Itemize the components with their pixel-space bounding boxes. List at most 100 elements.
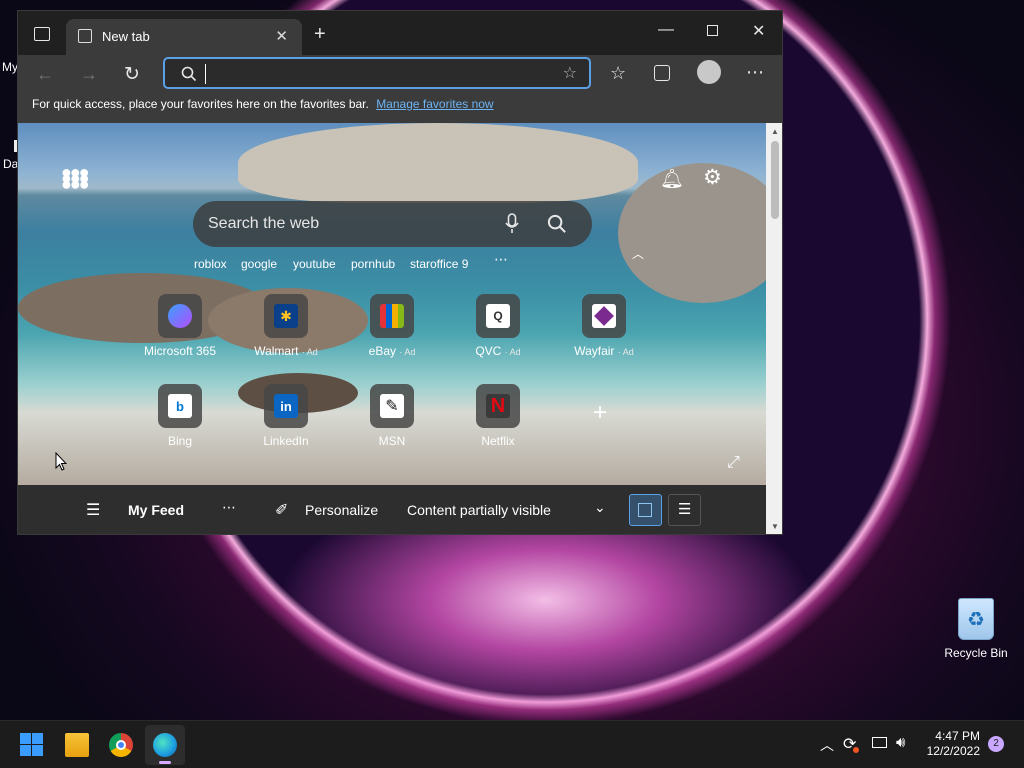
ad-badge: · Ad [617, 347, 634, 357]
qvc-icon: Q [476, 294, 520, 338]
minimize-icon[interactable]: — [658, 21, 674, 39]
desktop-icon-label-1[interactable]: My [2, 60, 18, 74]
browser-window: New tab ✕ + — ✕ ← → ↻ ☆ ☆ ⋯ For quick ac… [17, 10, 783, 535]
grid-layout-toggle[interactable] [629, 494, 662, 526]
clock[interactable]: 4:47 PM 12/2/2022 [920, 729, 980, 759]
recycle-bin-icon: ♻ [958, 598, 994, 640]
scroll-up-arrow-icon[interactable]: ▲ [771, 127, 779, 136]
quick-link-google[interactable]: google [241, 257, 277, 271]
scrollbar-thumb[interactable] [771, 141, 779, 219]
bing-icon: b [158, 384, 202, 428]
collapse-chevron-up-icon[interactable]: ︿ [632, 245, 644, 262]
content-visibility-dropdown[interactable]: Content partially visible [407, 502, 551, 518]
quick-link-roblox[interactable]: roblox [194, 257, 227, 271]
close-window-icon[interactable]: ✕ [752, 21, 765, 41]
quick-link-staroffice[interactable]: staroffice 9 [410, 257, 468, 271]
chevron-down-icon[interactable]: ⌄ [594, 499, 606, 516]
microsoft-365-icon [158, 294, 202, 338]
tile-netflix[interactable]: N Netflix [448, 384, 548, 448]
web-search-box[interactable]: Search the web [193, 201, 592, 247]
ad-badge: · Ad [399, 347, 416, 357]
feed-more-icon[interactable]: ⋯ [222, 499, 236, 516]
notification-count-badge[interactable]: 2 [988, 736, 1004, 752]
quick-links-more-icon[interactable]: ⋯ [494, 251, 508, 268]
tile-label: eBay [368, 344, 396, 358]
recycle-bin-label: Recycle Bin [944, 646, 1008, 660]
new-tab-plus-icon[interactable]: + [314, 23, 326, 46]
tile-wayfair[interactable]: Wayfair · Ad [554, 294, 654, 358]
tile-label: Netflix [481, 434, 515, 448]
new-tab-page-icon [78, 29, 92, 43]
more-options-icon[interactable]: ⋯ [746, 62, 764, 83]
file-explorer-icon[interactable] [65, 733, 89, 757]
profile-avatar-icon[interactable] [697, 60, 721, 84]
tile-walmart[interactable]: ✱ Walmart · Ad [236, 294, 336, 358]
my-feed-tab[interactable]: My Feed [128, 502, 184, 518]
refresh-icon[interactable]: ↻ [124, 63, 140, 86]
tab-actions-icon[interactable] [34, 27, 50, 41]
address-bar[interactable]: ☆ [163, 57, 591, 89]
settings-gear-icon[interactable]: ⚙ [703, 165, 722, 190]
tile-microsoft-365[interactable]: Microsoft 365 [130, 294, 230, 358]
add-favorite-star-icon[interactable]: ☆ [563, 63, 577, 83]
personalize-button[interactable]: Personalize [305, 502, 378, 518]
search-icon [181, 66, 197, 82]
active-app-indicator [159, 761, 171, 764]
background-rock [238, 123, 638, 203]
tab-title: New tab [102, 29, 150, 44]
msn-icon: ✎ [370, 384, 414, 428]
tab-new-tab[interactable]: New tab ✕ [66, 19, 302, 55]
tile-qvc[interactable]: Q QVC · Ad [448, 294, 548, 358]
notifications-bell-icon[interactable]: 🔔︎ [660, 167, 684, 191]
edge-icon [153, 733, 177, 757]
quick-link-pornhub[interactable]: pornhub [351, 257, 395, 271]
start-windows-icon[interactable] [20, 733, 44, 757]
manage-favorites-link[interactable]: Manage favorites now [376, 97, 493, 111]
scroll-down-arrow-icon[interactable]: ▼ [771, 522, 779, 531]
forward-arrow-icon[interactable]: → [80, 64, 98, 85]
tile-label: Microsoft 365 [143, 344, 217, 358]
tile-ebay[interactable]: eBay · Ad [342, 294, 442, 358]
maximize-icon[interactable] [707, 25, 718, 36]
microphone-icon[interactable] [505, 213, 519, 235]
clock-time: 4:47 PM [935, 729, 980, 743]
grid-view-icon [638, 503, 652, 517]
wayfair-icon [582, 294, 626, 338]
tile-label: QVC [475, 344, 502, 358]
close-tab-icon[interactable]: ✕ [275, 27, 288, 45]
show-hidden-icons-chevron-icon[interactable]: ︿ [820, 735, 834, 755]
back-arrow-icon[interactable]: ← [36, 64, 54, 85]
tile-label: Walmart [254, 344, 299, 358]
tile-msn[interactable]: ✎ MSN [342, 384, 442, 448]
ad-badge: · Ad [504, 347, 521, 357]
add-site-plus-icon[interactable]: + [593, 399, 607, 427]
background-rock [618, 163, 766, 303]
tile-linkedin[interactable]: in LinkedIn [236, 384, 336, 448]
web-search-icon[interactable] [547, 214, 567, 234]
volume-icon[interactable]: 🔊︎ [896, 734, 905, 751]
quick-link-youtube[interactable]: youtube [293, 257, 336, 271]
edge-taskbar-button[interactable] [145, 725, 185, 765]
recycle-bin-shortcut[interactable]: ♻ Recycle Bin [940, 598, 1012, 660]
address-input[interactable] [205, 64, 545, 84]
list-layout-toggle[interactable]: ☰ [668, 494, 701, 526]
web-search-placeholder: Search the web [208, 215, 320, 232]
expand-arrows-icon[interactable]: ⤢ [727, 454, 740, 472]
feed-menu-hamburger-icon[interactable]: ☰ [86, 500, 100, 520]
tile-label: Wayfair [574, 344, 615, 358]
chrome-icon[interactable] [109, 733, 133, 757]
list-view-icon: ☰ [678, 501, 692, 518]
favorites-icon[interactable]: ☆ [610, 63, 626, 84]
network-icon[interactable] [872, 737, 887, 748]
collections-icon[interactable] [654, 65, 670, 81]
linkedin-icon: in [264, 384, 308, 428]
ad-badge: · Ad [301, 347, 318, 357]
tile-bing[interactable]: b Bing [130, 384, 230, 448]
apps-grid-icon[interactable]: ●●● ●●● ●●● [61, 163, 90, 193]
ebay-icon [370, 294, 414, 338]
tile-label: Bing [167, 434, 193, 448]
clock-date: 12/2/2022 [926, 744, 980, 758]
walmart-icon: ✱ [264, 294, 308, 338]
page-scrollbar[interactable]: ▲ ▼ [766, 123, 782, 534]
feed-bar: ☰ My Feed ⋯ ✐ Personalize Content partia… [18, 485, 766, 534]
